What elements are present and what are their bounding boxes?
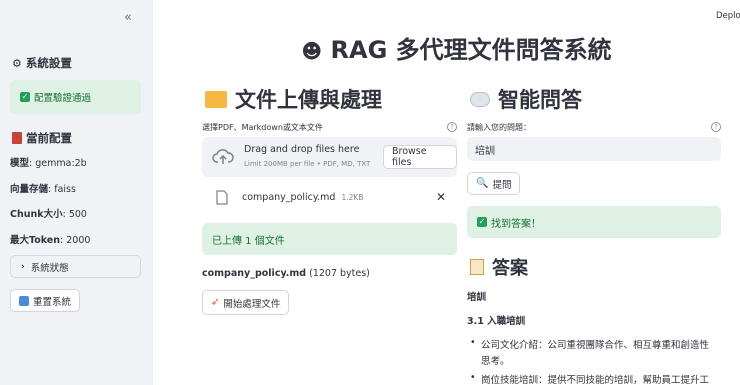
- sidebar: « ⚙ 系統設置 ✓ 配置驗證通過 當前配置 模型: gemma:2b 向量存儲…: [0, 0, 153, 385]
- process-files-button[interactable]: ➶ 開始處理文件: [202, 290, 290, 315]
- answer-bullet: 崗位技能培訓：提供不同技能的培訓，幫助員工提升工: [481, 375, 710, 385]
- answer-found-alert: ✓ 找到答案！: [467, 206, 721, 238]
- question-label: 請輸入您的問題：: [467, 123, 531, 132]
- bullet-dot: •: [470, 337, 476, 348]
- browse-files-button[interactable]: Browse files: [383, 145, 457, 169]
- config-model: 模型: gemma:2b: [10, 158, 87, 169]
- answer-bullet: 公司文化介紹：公司重視團隊合作、相互尊重和創造性: [481, 340, 710, 351]
- ask-button[interactable]: 🔍 提問: [467, 172, 521, 195]
- file-dropzone[interactable]: Drag and drop files here Limit 200MB per…: [202, 137, 457, 177]
- config-chunk-size: Chunk大小: 500: [10, 209, 87, 220]
- rocket-icon: ➶: [211, 297, 220, 308]
- reset-system-button[interactable]: 重置系統: [10, 289, 81, 312]
- question-input[interactable]: 培訓: [467, 137, 721, 161]
- memo-icon: [470, 259, 484, 275]
- file-name: company_policy.md: [242, 191, 336, 203]
- answer-heading: 答案: [470, 254, 528, 280]
- upload-heading: 文件上傳與處理: [205, 84, 382, 114]
- speech-bubble-icon: [470, 91, 490, 107]
- settings-heading: ⚙ 系統設置: [12, 56, 72, 70]
- config-vector-store: 向量存儲: faiss: [10, 184, 76, 195]
- answer-bullet-continued: 思考。: [481, 356, 510, 367]
- robot-icon: ☻: [301, 39, 323, 63]
- refresh-icon: [19, 295, 29, 306]
- file-icon: [216, 189, 228, 205]
- file-info: company_policy.md (1207 bytes): [202, 268, 370, 279]
- file-size: 1.2KB: [341, 192, 364, 202]
- deploy-button[interactable]: Deploy: [716, 11, 740, 21]
- collapse-sidebar-icon[interactable]: «: [124, 10, 132, 25]
- clipboard-icon: [12, 132, 22, 144]
- config-max-token: 最大Token: 2000: [10, 235, 91, 246]
- drop-text: Drag and drop files here: [244, 144, 360, 155]
- cloud-upload-icon: [212, 149, 234, 164]
- gear-icon: ⚙: [12, 56, 22, 70]
- search-icon: 🔍: [476, 178, 489, 189]
- system-status-expander[interactable]: › 系統狀態: [10, 255, 141, 278]
- uploaded-file-row: company_policy.md 1.2KB ✕: [202, 186, 457, 208]
- bullet-dot: •: [470, 372, 476, 383]
- check-icon: ✓: [477, 217, 487, 227]
- remove-file-icon[interactable]: ✕: [436, 190, 446, 204]
- drop-limit: Limit 200MB per file • PDF, MD, TXT: [244, 160, 371, 168]
- folder-icon: [205, 90, 227, 108]
- answer-subheading: 3.1 入職培訓: [467, 316, 526, 327]
- current-config-heading: 當前配置: [12, 130, 72, 146]
- config-status-alert: ✓ 配置驗證通過: [10, 80, 141, 114]
- uploader-label: 選擇PDF、Markdown或文本文件: [202, 123, 323, 132]
- check-icon: ✓: [20, 92, 30, 102]
- upload-success-alert: 已上傳 1 個文件: [202, 223, 457, 255]
- chevron-right-icon: ›: [21, 261, 25, 272]
- page-title: ☻ RAG 多代理文件問答系統: [301, 36, 612, 64]
- answer-title: 培訓: [467, 292, 487, 303]
- help-icon[interactable]: ?: [711, 122, 721, 132]
- qa-heading: 智能問答: [470, 84, 582, 114]
- help-icon[interactable]: ?: [447, 122, 457, 132]
